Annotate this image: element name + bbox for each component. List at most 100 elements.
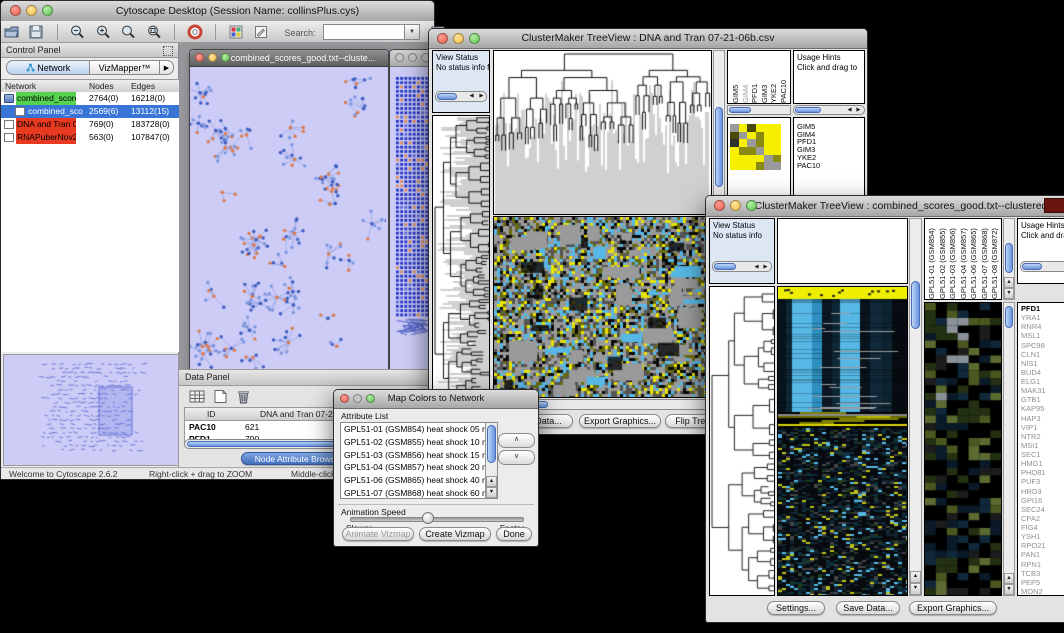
row-dendrogram-canvas[interactable] bbox=[433, 116, 489, 410]
scrollbar-thumb[interactable] bbox=[437, 93, 457, 100]
tab-vizmapper[interactable]: VizMapper™ bbox=[90, 60, 160, 75]
speed-slider-thumb[interactable] bbox=[422, 512, 434, 524]
attribute-item[interactable]: GPL51-06 (GSM865) heat shock 40 min bbox=[341, 474, 497, 487]
maximize-icon[interactable] bbox=[366, 394, 375, 403]
tab-overflow-icon[interactable]: ▶ bbox=[160, 60, 174, 75]
column-dendrogram-canvas[interactable] bbox=[494, 51, 711, 214]
global-heatmap[interactable] bbox=[777, 286, 908, 596]
maximize-icon[interactable] bbox=[221, 53, 230, 62]
minimize-icon[interactable] bbox=[453, 33, 464, 44]
minimize-icon[interactable] bbox=[26, 5, 37, 16]
global-heatmap-canvas[interactable] bbox=[778, 287, 907, 595]
tab-network[interactable]: Network bbox=[6, 60, 90, 75]
scrollbar-thumb[interactable] bbox=[1005, 306, 1013, 328]
column-dendrogram[interactable] bbox=[493, 50, 712, 215]
labels-vscrollbar[interactable]: ▲ ▼ bbox=[1003, 218, 1015, 300]
scrollbar-thumb[interactable] bbox=[911, 281, 920, 329]
scrollbar-thumb[interactable] bbox=[714, 263, 736, 270]
close-icon[interactable] bbox=[340, 394, 349, 403]
attribute-item[interactable]: GPL51-04 (GSM857) heat shock 20 min bbox=[341, 461, 497, 474]
attribute-listbox[interactable]: GPL51-01 (GSM854) heat shock 05 minGPL51… bbox=[340, 422, 498, 499]
zoom-heatmap-panel[interactable] bbox=[924, 302, 1002, 596]
move-up-button[interactable]: ∧ bbox=[498, 433, 535, 448]
row-dendrogram[interactable] bbox=[709, 286, 775, 596]
float-panel-icon[interactable] bbox=[163, 46, 173, 56]
minimize-icon[interactable] bbox=[408, 53, 417, 62]
scrollbar-thumb[interactable] bbox=[715, 107, 723, 187]
help-ring-icon[interactable] bbox=[187, 24, 204, 40]
zoom-heatmap-matrix[interactable] bbox=[730, 124, 781, 170]
open-icon[interactable] bbox=[3, 24, 20, 40]
scrollbar-thumb[interactable] bbox=[795, 107, 821, 113]
network-list-row[interactable]: combined_sco2569(6)13112(15) bbox=[1, 105, 179, 118]
row-dendrogram-canvas[interactable] bbox=[710, 287, 774, 595]
export-graphics-button[interactable]: Export Graphics... bbox=[909, 601, 997, 615]
column-dendrogram[interactable] bbox=[777, 218, 908, 284]
scrollbar-thumb[interactable] bbox=[487, 425, 496, 463]
speed-slider-track[interactable] bbox=[350, 517, 524, 522]
attribute-item[interactable]: GPL51-07 (GSM868) heat shock 60 min bbox=[341, 487, 497, 499]
scroll-left-icon[interactable]: ◀ bbox=[845, 106, 854, 114]
vizmapper-icon[interactable] bbox=[228, 24, 245, 40]
zoom-fit-icon[interactable] bbox=[120, 24, 137, 40]
birdseye-view[interactable] bbox=[3, 354, 179, 466]
select-attributes-icon[interactable] bbox=[212, 389, 229, 405]
attribute-grid-icon[interactable] bbox=[189, 389, 206, 405]
scroll-up-icon[interactable]: ▲ bbox=[1004, 573, 1014, 584]
heatmap-vscrollbar[interactable]: ▲ ▼ bbox=[909, 218, 922, 596]
scrollbar-thumb[interactable] bbox=[729, 107, 751, 113]
settings-button[interactable]: Settings... bbox=[767, 601, 825, 615]
scroll-right-icon[interactable]: ▶ bbox=[854, 106, 863, 114]
treeview1-titlebar[interactable]: ClusterMaker TreeView : DNA and Tran 07-… bbox=[429, 29, 867, 49]
maximize-icon[interactable] bbox=[469, 33, 480, 44]
scroll-down-icon[interactable]: ▼ bbox=[1004, 288, 1014, 299]
maximize-icon[interactable] bbox=[42, 5, 53, 16]
view-status-scrollbar[interactable]: ◀ ▶ bbox=[435, 91, 487, 102]
network-list-row[interactable]: combined_scores2764(0)16218(0) bbox=[1, 92, 179, 105]
save-data-button[interactable]: Save Data... bbox=[836, 601, 900, 615]
scroll-down-icon[interactable]: ▼ bbox=[1004, 584, 1014, 595]
attribute-item[interactable]: GPL51-01 (GSM854) heat shock 05 min bbox=[341, 423, 497, 436]
global-heatmap[interactable] bbox=[493, 216, 712, 398]
zoom-out-icon[interactable] bbox=[69, 24, 86, 40]
list-scrollbar[interactable]: ▲ ▼ bbox=[485, 423, 497, 498]
close-icon[interactable] bbox=[195, 53, 204, 62]
create-vizmap-button[interactable]: Create Vizmap bbox=[419, 527, 491, 541]
main-titlebar[interactable]: Cytoscape Desktop (Session Name: collins… bbox=[1, 1, 434, 22]
network-canvas[interactable] bbox=[190, 67, 386, 369]
done-button[interactable]: Done bbox=[496, 527, 532, 541]
search-input[interactable] bbox=[323, 24, 405, 40]
maximize-icon[interactable] bbox=[746, 200, 757, 211]
scrollbar-thumb[interactable] bbox=[1005, 243, 1013, 273]
zoom-heatmap-canvas[interactable] bbox=[925, 303, 1001, 595]
zoom-selected-icon[interactable] bbox=[146, 24, 163, 40]
export-graphics-button[interactable]: Export Graphics... bbox=[579, 414, 661, 428]
usage-hints-scrollbar[interactable] bbox=[1020, 261, 1064, 272]
network-table-header[interactable]: Network Nodes Edges bbox=[1, 79, 179, 93]
attribute-item[interactable]: GPL51-02 (GSM855) heat shock 10 min bbox=[341, 436, 497, 449]
network-list-row[interactable]: DNA and Tran 07769(0)183728(0) bbox=[1, 118, 179, 131]
close-icon[interactable] bbox=[714, 200, 725, 211]
view-status-scrollbar[interactable]: ◀ ▶ bbox=[712, 261, 772, 272]
global-heatmap-canvas[interactable] bbox=[494, 217, 711, 397]
row-dendrogram[interactable] bbox=[432, 115, 490, 411]
scroll-up-icon[interactable]: ▲ bbox=[486, 476, 497, 487]
move-down-button[interactable]: ∨ bbox=[498, 450, 535, 465]
attribute-item[interactable]: GPL51-03 (GSM856) heat shock 15 min bbox=[341, 449, 497, 462]
animate-vizmap-button[interactable]: Animate Vizmap bbox=[342, 527, 414, 541]
scroll-left-icon[interactable]: ◀ bbox=[752, 263, 761, 271]
zoom-in-icon[interactable] bbox=[95, 24, 112, 40]
scroll-up-icon[interactable]: ▲ bbox=[910, 571, 921, 583]
annotation-icon[interactable] bbox=[253, 24, 270, 40]
network-list-row[interactable]: RNAPuberNov2+563(0)107847(0) bbox=[1, 131, 179, 144]
delete-attribute-icon[interactable] bbox=[235, 389, 252, 405]
zoom-labels-scrollbar[interactable] bbox=[727, 105, 791, 115]
minimize-icon[interactable] bbox=[208, 53, 217, 62]
close-icon[interactable] bbox=[437, 33, 448, 44]
scroll-down-icon[interactable]: ▼ bbox=[486, 487, 497, 498]
birdseye-canvas[interactable] bbox=[4, 355, 176, 463]
close-icon[interactable] bbox=[10, 5, 21, 16]
close-icon[interactable] bbox=[395, 53, 404, 62]
network-view-titlebar[interactable]: combined_scores_good.txt--cluste... bbox=[190, 50, 388, 67]
minimize-icon[interactable] bbox=[730, 200, 741, 211]
